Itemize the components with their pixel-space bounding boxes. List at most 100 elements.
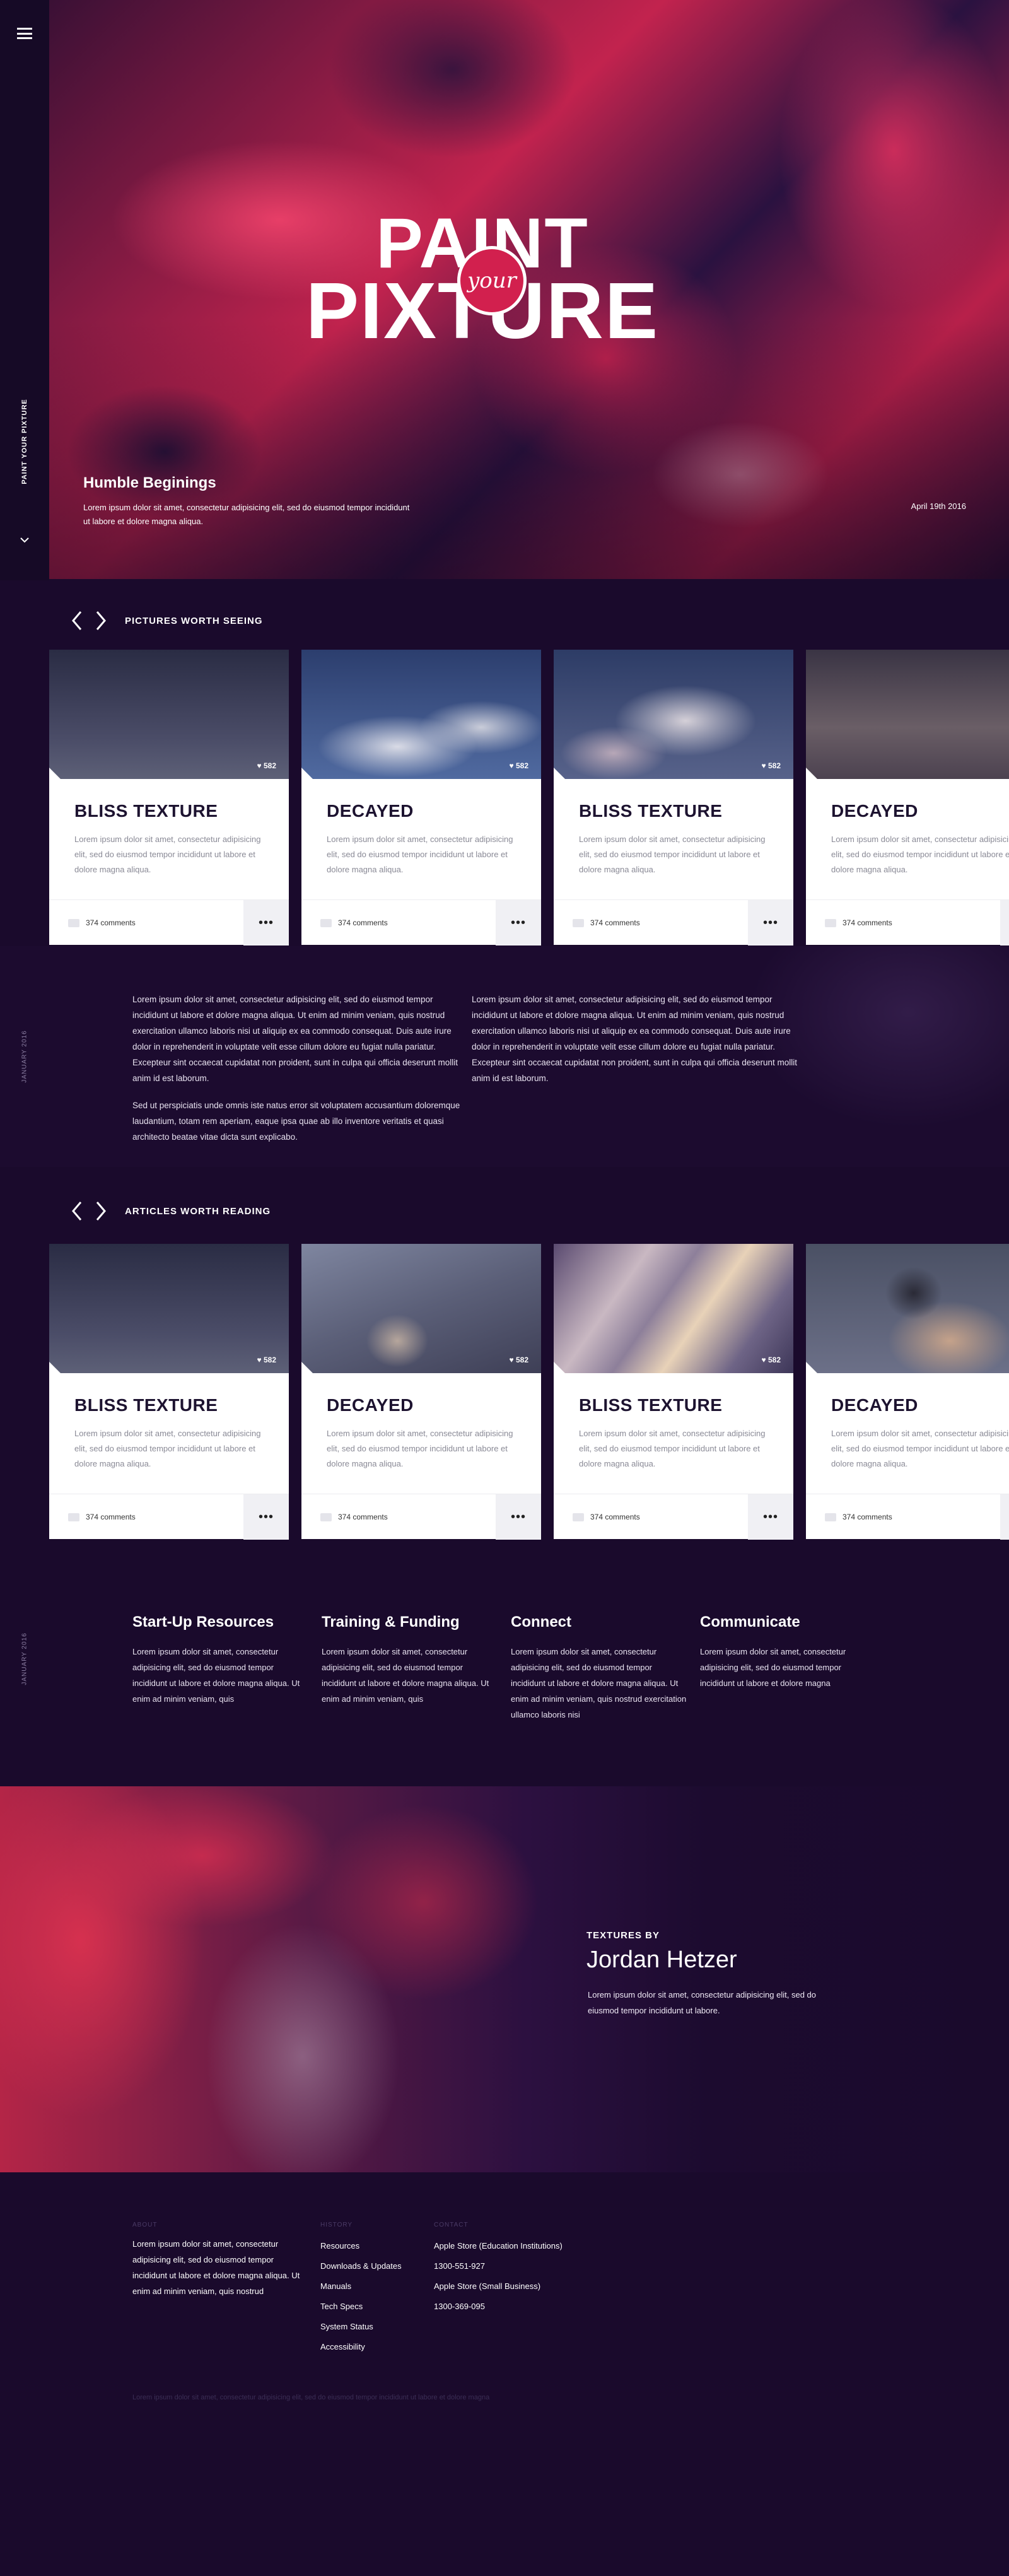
footer-link[interactable]: Tech Specs: [320, 2297, 428, 2317]
prev-arrow-icon[interactable]: [69, 608, 85, 633]
comment-icon: [825, 918, 836, 927]
card-footer: 374 comments •••: [301, 1494, 541, 1540]
card-footer: 374 comments •••: [554, 899, 793, 946]
card[interactable]: ♥ 582 DECAYED Lorem ipsum dolor sit amet…: [806, 1244, 1009, 1540]
card-notch: [301, 1362, 313, 1373]
likes-count: ♥ 582: [257, 1355, 277, 1364]
comments-link[interactable]: 374 comments: [825, 900, 892, 946]
artist-name[interactable]: Jordan Hetzer: [586, 1947, 737, 1974]
more-button[interactable]: •••: [496, 1494, 541, 1540]
footer-link[interactable]: Apple Store (Education Institutions): [434, 2236, 636, 2256]
footer-link[interactable]: 1300-551-927: [434, 2256, 636, 2276]
card-footer: 374 comments •••: [301, 899, 541, 946]
card-title: BLISS TEXTURE: [579, 801, 723, 821]
card[interactable]: ♥ 582 BLISS TEXTURE Lorem ipsum dolor si…: [49, 650, 289, 946]
side-date: JANUARY 2016: [21, 1632, 28, 1685]
comments-link[interactable]: 374 comments: [320, 900, 388, 946]
card-body: Lorem ipsum dolor sit amet, consectetur …: [579, 1429, 766, 1468]
feature-title[interactable]: Training & Funding: [322, 1613, 498, 1631]
card[interactable]: ♥ 582 BLISS TEXTURE Lorem ipsum dolor si…: [554, 1244, 793, 1540]
card-image: ♥ 582: [301, 650, 541, 779]
comments-link[interactable]: 374 comments: [320, 1494, 388, 1540]
footer-link[interactable]: Accessibility: [320, 2337, 428, 2357]
footer-history: HISTORY Resources Downloads & Updates Ma…: [320, 2222, 428, 2357]
pictures-header: PICTURES WORTH SEEING: [69, 608, 263, 633]
comments-link[interactable]: 374 comments: [68, 900, 136, 946]
more-button[interactable]: •••: [748, 900, 793, 946]
footer-link[interactable]: Downloads & Updates: [320, 2256, 428, 2276]
card[interactable]: ♥ 582 DECAYED Lorem ipsum dolor sit amet…: [301, 650, 541, 946]
footer-link[interactable]: System Status: [320, 2317, 428, 2337]
intro-paragraph: Sed ut perspiciatis unde omnis iste natu…: [132, 1101, 460, 1142]
card-image: ♥ 582: [806, 650, 1009, 779]
banner-text: Lorem ipsum dolor sit amet, consectetur …: [588, 1990, 817, 2015]
more-button[interactable]: •••: [496, 900, 541, 946]
card-notch: [301, 768, 313, 779]
card-body: Lorem ipsum dolor sit amet, consectetur …: [579, 834, 766, 874]
more-button[interactable]: •••: [1000, 1494, 1009, 1540]
footer-about: ABOUT Lorem ipsum dolor sit amet, consec…: [132, 2222, 303, 2299]
more-button[interactable]: •••: [243, 900, 289, 946]
footer-link[interactable]: 1300-369-095: [434, 2297, 636, 2317]
card-title: DECAYED: [831, 801, 918, 821]
hero-title: Humble Beginings: [83, 474, 216, 491]
card-footer: 374 comments •••: [49, 899, 289, 946]
more-button[interactable]: •••: [748, 1494, 793, 1540]
hero-date: April 19th 2016: [911, 501, 966, 511]
feature-connect: Connect Lorem ipsum dolor sit amet, cons…: [511, 1613, 687, 1723]
card-body: Lorem ipsum dolor sit amet, consectetur …: [74, 1429, 261, 1468]
comment-icon: [825, 1513, 836, 1521]
feature-title[interactable]: Start-Up Resources: [132, 1613, 309, 1631]
feature-start-up: Start-Up Resources Lorem ipsum dolor sit…: [132, 1613, 309, 1707]
card-notch: [49, 768, 61, 779]
card[interactable]: ♥ 582 BLISS TEXTURE Lorem ipsum dolor si…: [49, 1244, 289, 1540]
comments-link[interactable]: 374 comments: [573, 900, 640, 946]
card-title: DECAYED: [831, 1395, 918, 1415]
next-arrow-icon[interactable]: [93, 1198, 108, 1224]
card-body: Lorem ipsum dolor sit amet, consectetur …: [327, 834, 513, 874]
feature-title[interactable]: Connect: [511, 1613, 687, 1631]
footer-about-text: Lorem ipsum dolor sit amet, consectetur …: [132, 2239, 300, 2296]
card[interactable]: ♥ 582 BLISS TEXTURE Lorem ipsum dolor si…: [554, 650, 793, 946]
hero-text: Lorem ipsum dolor sit amet, consectetur …: [83, 503, 410, 526]
card-body: Lorem ipsum dolor sit amet, consectetur …: [831, 834, 1009, 874]
card-body: Lorem ipsum dolor sit amet, consectetur …: [74, 834, 261, 874]
card-footer: 374 comments •••: [806, 1494, 1009, 1540]
site-logo[interactable]: PAINT PIXTURE your: [287, 208, 678, 360]
prev-arrow-icon[interactable]: [69, 1198, 85, 1224]
likes-count: ♥ 582: [257, 761, 277, 770]
comments-link[interactable]: 374 comments: [68, 1494, 136, 1540]
comment-icon: [68, 918, 79, 927]
card-notch: [806, 1362, 817, 1373]
card[interactable]: ♥ 582 DECAYED Lorem ipsum dolor sit amet…: [301, 1244, 541, 1540]
card-title: BLISS TEXTURE: [579, 1395, 723, 1415]
feature-communicate: Communicate Lorem ipsum dolor sit amet, …: [700, 1613, 877, 1691]
menu-icon[interactable]: [17, 28, 32, 39]
comments-link[interactable]: 374 comments: [573, 1494, 640, 1540]
articles-carousel: ♥ 582 BLISS TEXTURE Lorem ipsum dolor si…: [49, 1244, 1009, 1540]
comment-icon: [68, 1513, 79, 1521]
likes-count: ♥ 582: [761, 761, 781, 770]
feature-text: Lorem ipsum dolor sit amet, consectetur …: [511, 1647, 687, 1719]
card-image: ♥ 582: [554, 1244, 793, 1373]
footer-link[interactable]: Manuals: [320, 2276, 428, 2297]
footer-heading: CONTACT: [434, 2222, 469, 2228]
more-button[interactable]: •••: [1000, 900, 1009, 946]
logo-badge: your: [457, 246, 527, 315]
section-title: ARTICLES WORTH READING: [125, 1205, 271, 1217]
comment-icon: [573, 1513, 584, 1521]
more-button[interactable]: •••: [243, 1494, 289, 1540]
footer-contact: CONTACT Apple Store (Education Instituti…: [434, 2222, 636, 2317]
footer-link[interactable]: Resources: [320, 2236, 428, 2256]
feature-title[interactable]: Communicate: [700, 1613, 877, 1631]
next-arrow-icon[interactable]: [93, 608, 108, 633]
card-image: ♥ 582: [301, 1244, 541, 1373]
card-title: DECAYED: [327, 1395, 414, 1415]
feature-text: Lorem ipsum dolor sit amet, consectetur …: [322, 1647, 489, 1704]
comments-link[interactable]: 374 comments: [825, 1494, 892, 1540]
feature-text: Lorem ipsum dolor sit amet, consectetur …: [700, 1647, 846, 1688]
card-footer: 374 comments •••: [806, 899, 1009, 946]
chevron-down-icon[interactable]: [19, 536, 30, 544]
card[interactable]: ♥ 582 DECAYED Lorem ipsum dolor sit amet…: [806, 650, 1009, 946]
footer-link[interactable]: Apple Store (Small Business): [434, 2276, 636, 2297]
